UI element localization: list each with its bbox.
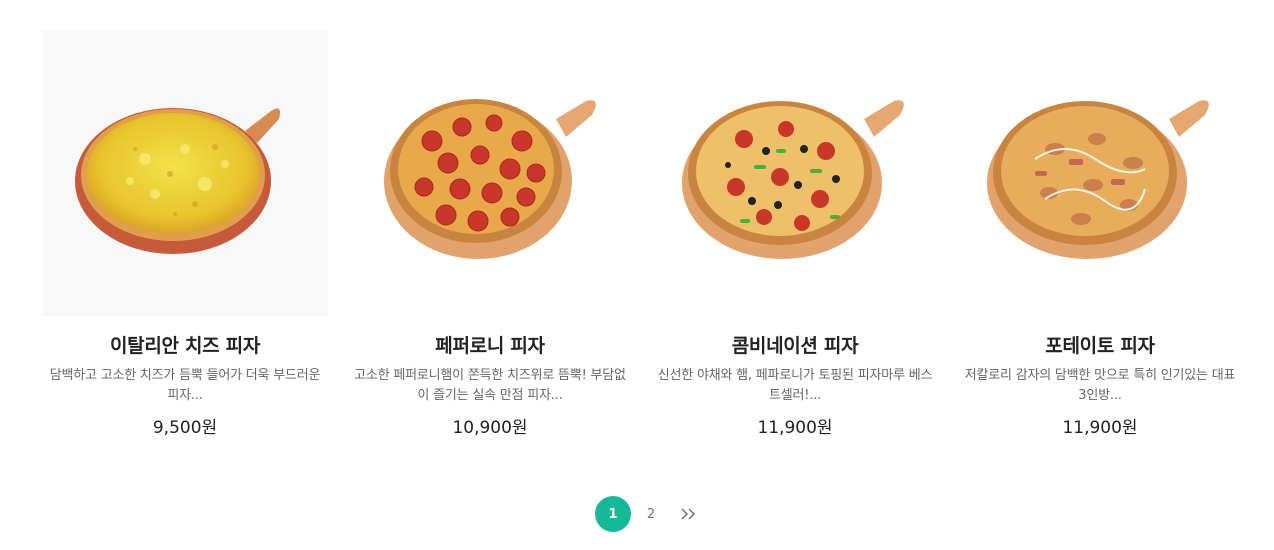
product-price: 9,500원 <box>152 418 218 438</box>
product-title[interactable]: 페퍼로니 피자 <box>347 333 633 359</box>
product-title[interactable]: 콤비네이션 피자 <box>652 333 938 359</box>
product-grid: 이탈리안 치즈 피자 담백하고 고소한 치즈가 듬뿍 들어가 더욱 부드러운 피… <box>42 31 1242 439</box>
pepperoni-pizza-image <box>384 98 596 259</box>
product-card[interactable]: 콤비네이션 피자 신선한 야채와 햄, 페파로니가 토핑된 피자마루 베스트셀러… <box>652 31 938 439</box>
cheese-pizza-image <box>75 107 280 254</box>
product-thumbnail[interactable] <box>347 31 633 316</box>
potato-pizza-image <box>987 99 1209 259</box>
product-title[interactable]: 이탈리안 치즈 피자 <box>42 333 328 359</box>
page-button-1[interactable]: 1 <box>595 496 631 532</box>
product-price: 10,900원 <box>452 418 528 438</box>
combination-pizza-image <box>682 99 904 259</box>
product-thumbnail[interactable] <box>957 31 1243 316</box>
product-title[interactable]: 포테이토 피자 <box>957 333 1243 359</box>
product-card[interactable]: 페퍼로니 피자 고소한 페퍼로니햄이 쫀득한 치즈위로 뜸뿍! 부담없이 즐기는… <box>347 31 633 439</box>
double-chevron-right-icon <box>681 508 695 520</box>
product-card[interactable]: 포테이토 피자 저칼로리 감자의 담백한 맛으로 특히 인기있는 대표 3인방.… <box>957 31 1243 439</box>
next-page-button[interactable] <box>671 496 707 532</box>
page-button-2[interactable]: 2 <box>633 496 669 532</box>
product-description: 담백하고 고소한 치즈가 듬뿍 들어가 더욱 부드러운 피자... <box>49 368 321 403</box>
product-description: 저칼로리 감자의 담백한 맛으로 특히 인기있는 대표 3인방... <box>964 368 1236 403</box>
product-price: 11,900원 <box>1062 418 1138 438</box>
product-price: 11,900원 <box>757 418 833 438</box>
product-thumbnail[interactable] <box>652 31 938 316</box>
pagination: 1 2 <box>0 496 1274 532</box>
product-card[interactable]: 이탈리안 치즈 피자 담백하고 고소한 치즈가 듬뿍 들어가 더욱 부드러운 피… <box>42 31 328 439</box>
product-description: 신선한 야채와 햄, 페파로니가 토핑된 피자마루 베스트셀러!... <box>657 368 933 403</box>
product-thumbnail[interactable] <box>42 31 328 316</box>
product-description: 고소한 페퍼로니햄이 쫀득한 치즈위로 뜸뿍! 부담없이 즐기는 실속 만점 피… <box>354 368 626 403</box>
